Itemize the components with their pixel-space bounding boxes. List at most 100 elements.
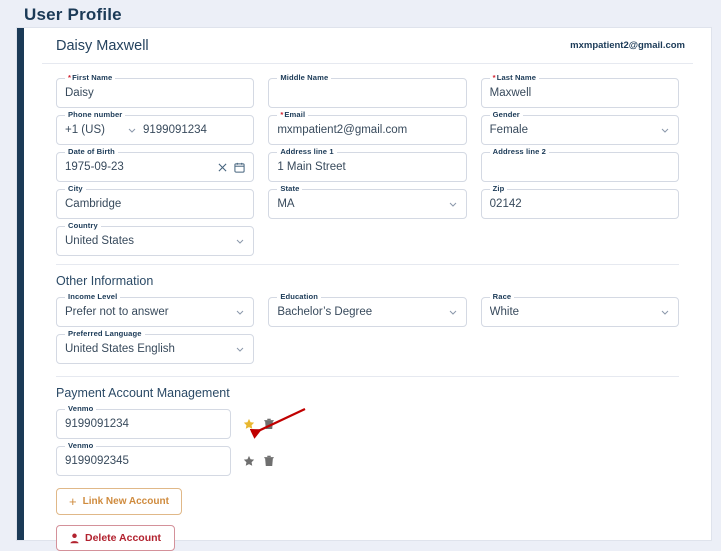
footer-actions: Delete Account xyxy=(42,515,693,551)
chevron-down-icon[interactable] xyxy=(660,125,670,135)
star-icon[interactable] xyxy=(243,418,255,430)
field-zip[interactable]: Zip 02142 xyxy=(480,184,679,219)
field-education[interactable]: Education Bachelor’s Degree xyxy=(268,292,467,327)
field-first-name[interactable]: *First Name Daisy xyxy=(56,73,255,108)
personal-information-section: *First Name Daisy Middle Name *Last Name… xyxy=(42,73,693,256)
field-city[interactable]: City Cambridge xyxy=(56,184,255,219)
last-name-input[interactable]: Maxwell xyxy=(490,87,670,99)
payment-account-2-input[interactable]: 9199092345 xyxy=(65,455,222,467)
email-input[interactable]: mxmpatient2@gmail.com xyxy=(277,124,457,136)
star-icon[interactable] xyxy=(243,455,255,467)
card-header: Daisy Maxwell mxmpatient2@gmail.com xyxy=(42,28,693,64)
chevron-down-icon[interactable] xyxy=(448,199,458,209)
race-select[interactable]: White xyxy=(490,306,656,318)
field-address-line-2[interactable]: Address line 2 xyxy=(480,147,679,182)
card-body: Daisy Maxwell mxmpatient2@gmail.com *Fir… xyxy=(24,28,711,551)
payment-account-2-actions xyxy=(243,455,274,467)
delete-account-button[interactable]: Delete Account xyxy=(56,525,176,551)
field-label: Zip xyxy=(489,184,508,193)
field-income-level[interactable]: Income Level Prefer not to answer xyxy=(56,292,255,327)
field-label: Education xyxy=(277,292,321,301)
date-of-birth-input[interactable]: 1975-09-23 xyxy=(65,161,218,173)
field-state[interactable]: State MA xyxy=(268,184,467,219)
other-information-section: Other Information Income Level Prefer no… xyxy=(42,264,693,364)
delete-account-label: Delete Account xyxy=(85,532,162,544)
country-select[interactable]: United States xyxy=(65,235,231,247)
link-new-account-label: Link New Account xyxy=(82,496,169,507)
payment-heading: Payment Account Management xyxy=(56,386,230,400)
payment-account-row: Venmo 9199091234 xyxy=(56,404,679,439)
date-of-birth-actions xyxy=(218,162,245,173)
payment-account-row: Venmo 9199092345 xyxy=(56,441,679,476)
chevron-down-icon[interactable] xyxy=(235,236,245,246)
field-label: Income Level xyxy=(65,292,121,301)
field-label: Venmo xyxy=(65,404,97,413)
field-payment-account-1[interactable]: Venmo 9199091234 xyxy=(56,404,231,439)
phone-country-code-select[interactable]: +1 (US) xyxy=(65,124,127,136)
trash-icon[interactable] xyxy=(264,418,274,430)
field-label: Preferred Language xyxy=(65,329,145,338)
field-middle-name[interactable]: Middle Name xyxy=(268,73,467,108)
zip-input[interactable]: 02142 xyxy=(490,198,670,210)
field-country[interactable]: Country United States xyxy=(56,221,255,256)
plus-icon: + xyxy=(69,494,77,509)
chevron-down-icon[interactable] xyxy=(235,344,245,354)
required-asterisk: * xyxy=(68,73,72,82)
payment-account-management-section: Payment Account Management Venmo 9199091… xyxy=(42,376,693,515)
form-row-country: Country United States xyxy=(56,221,679,256)
field-last-name[interactable]: *Last Name Maxwell xyxy=(480,73,679,108)
income-level-select[interactable]: Prefer not to answer xyxy=(65,306,231,318)
field-label: Race xyxy=(489,292,515,301)
field-label: State xyxy=(277,184,303,193)
field-label: Address line 1 xyxy=(277,147,337,156)
person-icon xyxy=(70,533,79,544)
field-preferred-language[interactable]: Preferred Language United States English xyxy=(56,329,255,364)
calendar-icon[interactable] xyxy=(234,162,245,173)
link-new-account-button[interactable]: + Link New Account xyxy=(56,483,182,515)
field-label: Address line 2 xyxy=(489,147,549,156)
address-line-1-input[interactable]: 1 Main Street xyxy=(277,161,457,173)
page-title: User Profile xyxy=(24,5,122,24)
first-name-input[interactable]: Daisy xyxy=(65,87,245,99)
city-input[interactable]: Cambridge xyxy=(65,198,245,210)
field-race[interactable]: Race White xyxy=(480,292,679,327)
gender-select[interactable]: Female xyxy=(490,124,656,136)
required-asterisk: * xyxy=(280,110,284,119)
field-payment-account-2[interactable]: Venmo 9199092345 xyxy=(56,441,231,476)
field-label: *Email xyxy=(277,110,309,119)
field-address-line-1[interactable]: Address line 1 1 Main Street xyxy=(268,147,467,182)
chevron-down-icon[interactable] xyxy=(235,307,245,317)
field-label: Country xyxy=(65,221,101,230)
preferred-language-select[interactable]: United States English xyxy=(65,343,231,355)
phone-number-input[interactable]: 9199091234 xyxy=(143,124,245,136)
state-select[interactable]: MA xyxy=(277,198,443,210)
field-phone-number[interactable]: Phone number +1 (US) 9199091234 xyxy=(56,110,255,145)
form-row-names: *First Name Daisy Middle Name *Last Name… xyxy=(56,73,679,108)
field-label: Venmo xyxy=(65,441,97,450)
form-row-dob-address: Date of Birth 1975-09-23 Address line 1 … xyxy=(56,147,679,182)
chevron-down-icon[interactable] xyxy=(127,125,137,135)
form-row-city-state-zip: City Cambridge State MA Zip 02142 xyxy=(56,184,679,219)
field-label: City xyxy=(65,184,86,193)
field-label: Date of Birth xyxy=(65,147,118,156)
field-email[interactable]: *Email mxmpatient2@gmail.com xyxy=(268,110,467,145)
user-name: Daisy Maxwell xyxy=(56,37,149,54)
form-row-contact: Phone number +1 (US) 9199091234 *Email m… xyxy=(56,110,679,145)
clear-icon[interactable] xyxy=(218,163,227,172)
field-label: *First Name xyxy=(65,73,116,82)
payment-account-1-input[interactable]: 9199091234 xyxy=(65,418,222,430)
payment-account-1-actions xyxy=(243,418,274,430)
education-select[interactable]: Bachelor’s Degree xyxy=(277,306,443,318)
chevron-down-icon[interactable] xyxy=(448,307,458,317)
required-asterisk: * xyxy=(492,73,496,82)
field-gender[interactable]: Gender Female xyxy=(480,110,679,145)
user-email: mxmpatient2@gmail.com xyxy=(570,40,685,51)
form-row-other-1: Income Level Prefer not to answer Educat… xyxy=(56,292,679,327)
trash-icon[interactable] xyxy=(264,455,274,467)
field-label: Gender xyxy=(489,110,523,119)
chevron-down-icon[interactable] xyxy=(660,307,670,317)
field-label: *Last Name xyxy=(489,73,540,82)
field-date-of-birth[interactable]: Date of Birth 1975-09-23 xyxy=(56,147,255,182)
card-accent-bar xyxy=(17,28,24,540)
field-label: Phone number xyxy=(65,110,126,119)
